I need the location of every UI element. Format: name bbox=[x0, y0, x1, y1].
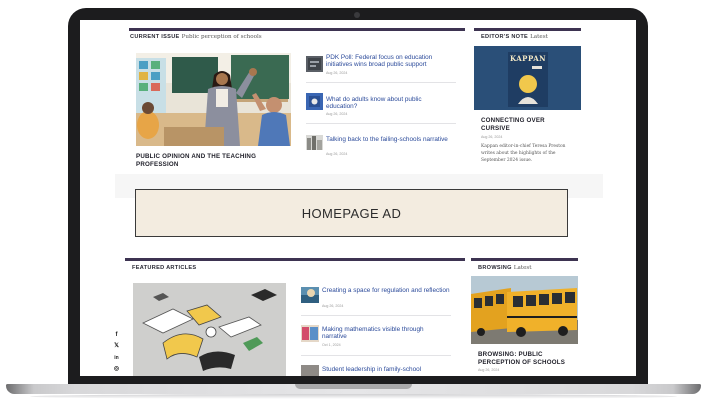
current-issue-article-3-title[interactable]: Talking back to the failing-schools narr… bbox=[326, 136, 454, 143]
browsing-rule bbox=[471, 258, 578, 261]
homepage-ad[interactable]: HOMEPAGE AD bbox=[135, 189, 568, 237]
current-issue-article-1-title[interactable]: PDK Poll: Federal focus on education ini… bbox=[326, 54, 454, 69]
current-issue-article-1-date: Aug 26, 2024 bbox=[326, 71, 348, 75]
featured-article-1-title[interactable]: Creating a space for regulation and refl… bbox=[322, 287, 450, 294]
current-issue-heading: CURRENT ISSUE Public perception of school… bbox=[130, 34, 262, 40]
camera-dot bbox=[354, 12, 360, 18]
laptop-shadow bbox=[30, 394, 677, 399]
divider bbox=[301, 315, 451, 316]
divider bbox=[306, 82, 456, 83]
current-issue-article-2-title[interactable]: What do adults know about public educati… bbox=[326, 96, 454, 111]
x-icon[interactable]: 𝕏 bbox=[113, 342, 120, 349]
browsing-label: BROWSING bbox=[478, 265, 512, 271]
editors-note-article-title[interactable]: CONNECTING OVER CURSIVE bbox=[481, 117, 571, 132]
current-issue-label: CURRENT ISSUE bbox=[130, 34, 180, 40]
kappan-cover-title: KAPPAN bbox=[509, 54, 547, 63]
featured-illustration[interactable] bbox=[133, 283, 286, 376]
editors-note-subheading[interactable]: Latest bbox=[530, 34, 548, 40]
current-issue-article-3-date: Aug 26, 2024 bbox=[326, 152, 348, 156]
current-issue-article-2-date: Aug 26, 2024 bbox=[326, 112, 348, 116]
article-thumbnail[interactable] bbox=[306, 56, 323, 72]
featured-article-3-title[interactable]: Student leadership in family-school bbox=[322, 366, 450, 373]
current-issue-subheading[interactable]: Public perception of schools bbox=[182, 34, 262, 40]
editors-note-label: EDITOR'S NOTE bbox=[481, 34, 529, 40]
editors-note-rule bbox=[474, 28, 581, 31]
article-thumbnail[interactable] bbox=[306, 135, 323, 150]
laptop-screen: CURRENT ISSUE Public perception of school… bbox=[80, 20, 636, 376]
article-thumbnail[interactable] bbox=[301, 325, 319, 342]
browsing-subheading[interactable]: Latest bbox=[514, 265, 532, 271]
article-thumbnail[interactable] bbox=[301, 287, 319, 303]
featured-articles-rule bbox=[125, 258, 465, 261]
instagram-icon[interactable]: ◎ bbox=[113, 365, 120, 372]
article-thumbnail[interactable] bbox=[306, 93, 323, 110]
laptop-mockup: CURRENT ISSUE Public perception of school… bbox=[0, 0, 707, 402]
editors-note-date: Aug 26, 2024 bbox=[481, 135, 503, 139]
classroom-photo[interactable] bbox=[136, 53, 291, 146]
editors-note-excerpt: Kappan editor-in-chief Teresa Preston wr… bbox=[481, 144, 566, 163]
divider bbox=[306, 123, 456, 124]
divider bbox=[301, 355, 451, 356]
kappan-cover-image[interactable]: KAPPAN bbox=[474, 46, 581, 110]
school-bus-photo[interactable] bbox=[471, 276, 578, 344]
facebook-icon[interactable]: f bbox=[113, 331, 120, 338]
featured-article-1-date: Aug 26, 2024 bbox=[322, 304, 344, 308]
editors-note-heading: EDITOR'S NOTE Latest bbox=[481, 34, 548, 40]
homepage-ad-label: HOMEPAGE AD bbox=[301, 205, 402, 221]
featured-articles-heading: FEATURED ARTICLES bbox=[132, 265, 197, 271]
browsing-article-title[interactable]: BROWSING: PUBLIC PERCEPTION OF SCHOOLS bbox=[478, 351, 576, 366]
browsing-heading: BROWSING Latest bbox=[478, 265, 532, 271]
linkedin-icon[interactable]: in bbox=[113, 354, 120, 361]
laptop-notch bbox=[295, 384, 412, 389]
featured-article-2-date: Oct 1, 2024 bbox=[322, 343, 341, 347]
article-thumbnail[interactable] bbox=[301, 365, 319, 376]
current-issue-rule bbox=[129, 28, 465, 31]
current-issue-feature-caption[interactable]: PUBLIC OPINION AND THE TEACHING PROFESSI… bbox=[136, 153, 286, 168]
browsing-date: Aug 26, 2024 bbox=[478, 368, 500, 372]
featured-article-2-title[interactable]: Making mathematics visible through narra… bbox=[322, 326, 450, 341]
